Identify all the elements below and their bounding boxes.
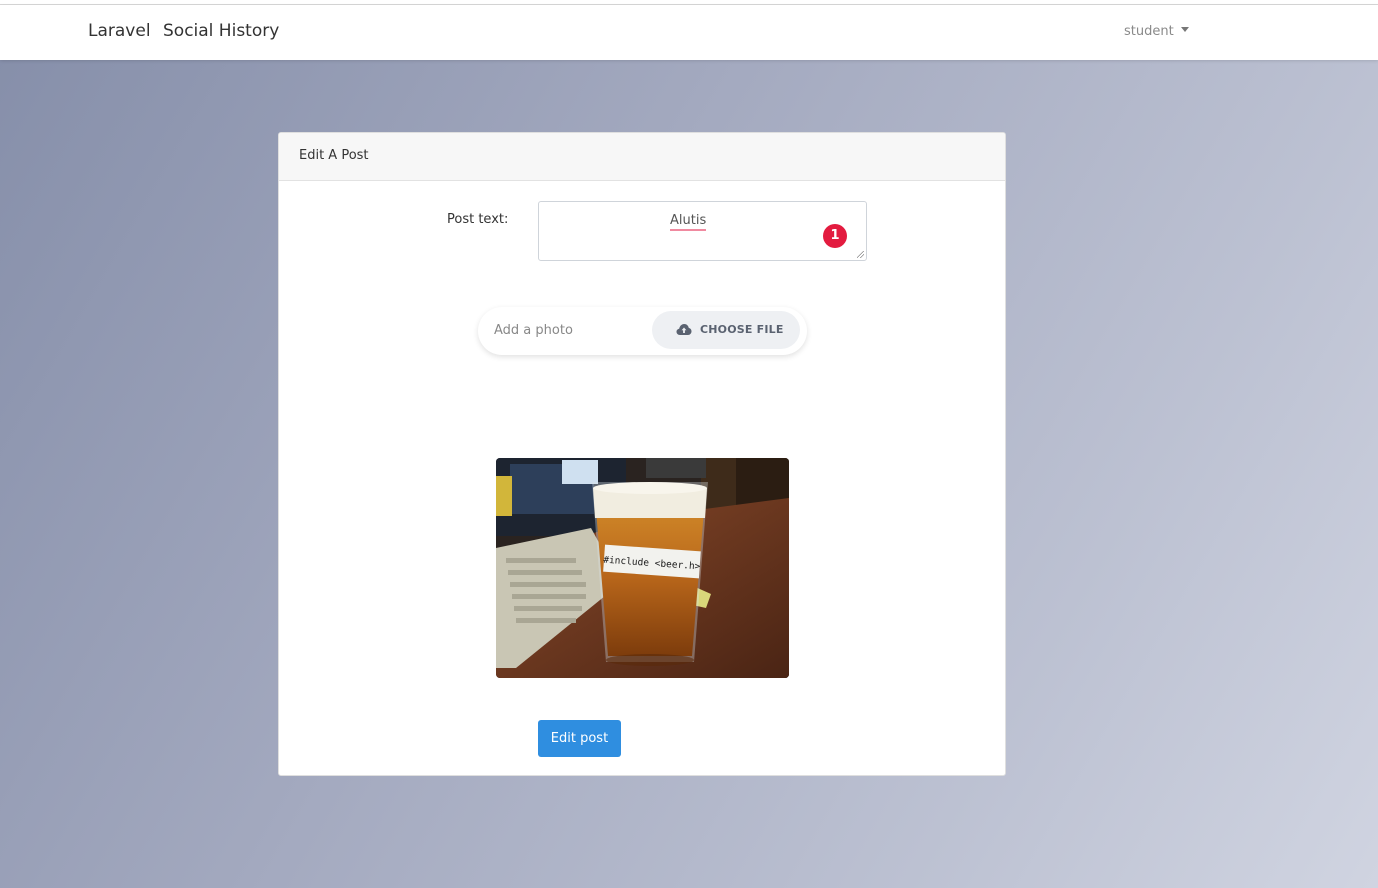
post-text-value: Alutis xyxy=(670,213,707,231)
post-photo: #include <beer.h> xyxy=(496,458,789,678)
card-title: Edit A Post xyxy=(299,148,369,163)
navbar: Laravel Social History student xyxy=(0,5,1378,60)
post-text-input[interactable]: Alutis 1 xyxy=(538,201,867,261)
brand-link[interactable]: Laravel xyxy=(88,21,151,41)
file-placeholder: Add a photo xyxy=(494,323,573,338)
edit-post-card: Edit A Post Post text: Alutis 1 Add a ph… xyxy=(278,132,1006,776)
cloud-upload-icon xyxy=(676,324,692,335)
nav-link-social-history[interactable]: Social History xyxy=(163,21,279,41)
file-upload-field: Add a photo CHOOSE FILE xyxy=(478,307,807,355)
resize-handle-icon[interactable] xyxy=(857,251,864,258)
choose-file-button[interactable]: CHOOSE FILE xyxy=(652,311,800,349)
user-name: student xyxy=(1124,24,1174,39)
post-text-label: Post text: xyxy=(447,212,509,227)
caret-down-icon xyxy=(1180,27,1189,32)
edit-post-button[interactable]: Edit post xyxy=(538,720,621,757)
beer-glass-photo: #include <beer.h> xyxy=(496,458,789,678)
error-count-badge: 1 xyxy=(823,224,847,248)
card-header: Edit A Post xyxy=(279,133,1005,181)
user-dropdown[interactable]: student xyxy=(1124,24,1189,39)
choose-file-label: CHOOSE FILE xyxy=(700,323,784,336)
